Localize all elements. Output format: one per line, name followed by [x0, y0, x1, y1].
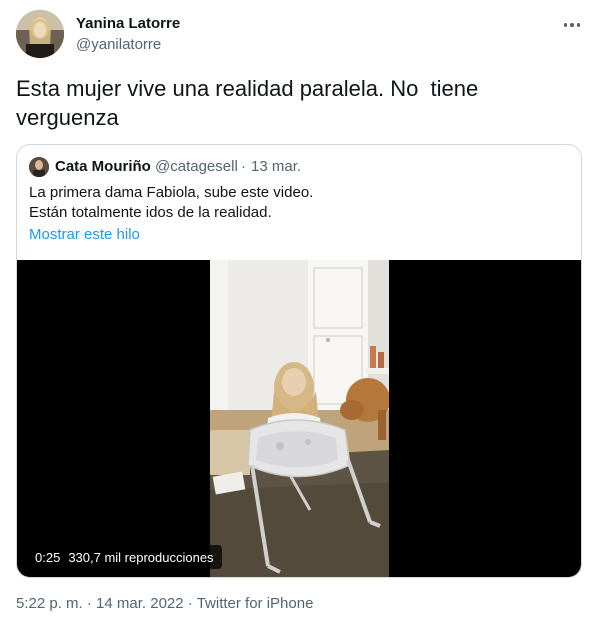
tweet-text: Esta mujer vive una realidad paralela. N… [16, 76, 479, 130]
video-views: 330,7 mil reproducciones [68, 549, 214, 565]
video-stats-badge: 0:25 330,7 mil reproducciones [27, 545, 222, 569]
tweet-date[interactable]: 14 mar. 2022 [96, 595, 184, 612]
tweet-metadata: 5:22 p. m. · 14 mar. 2022 · Twitter for … [16, 595, 313, 612]
tweet-time[interactable]: 5:22 p. m. [16, 595, 83, 612]
author-avatar[interactable] [16, 10, 64, 58]
author-handle[interactable]: @yanilatorre [76, 36, 161, 53]
more-horizontal-icon [563, 23, 568, 27]
separator: · [241, 158, 246, 175]
quoted-author-name[interactable]: Cata Mouriño [55, 158, 151, 175]
video-duration: 0:25 [35, 549, 61, 565]
more-options-button[interactable] [559, 14, 585, 36]
video-player[interactable]: 0:25 330,7 mil reproducciones [17, 260, 581, 577]
separator: · [187, 595, 193, 612]
separator: · [86, 595, 92, 612]
quoted-text-line: Están totalmente idos de la realidad. [29, 204, 272, 221]
author-name[interactable]: Yanina Latorre [76, 15, 180, 32]
show-thread-link[interactable]: Mostrar este hilo [29, 226, 140, 243]
tweet-source[interactable]: Twitter for iPhone [197, 595, 314, 612]
quoted-text-line: La primera dama Fabiola, sube este video… [29, 184, 314, 201]
quoted-author-handle[interactable]: @catagesell [155, 158, 238, 175]
tweet-author: Yanina Latorre @yanilatorre [16, 10, 591, 60]
quoted-date[interactable]: 13 mar. [251, 158, 301, 175]
quoted-author-avatar[interactable] [29, 157, 49, 177]
video-thumbnail [210, 260, 389, 577]
quoted-tweet[interactable]: Cata Mouriño @catagesell · 13 mar. La pr… [16, 144, 582, 578]
author-avatar-image [16, 10, 64, 58]
quoted-text: La primera dama Fabiola, sube este video… [29, 183, 313, 223]
